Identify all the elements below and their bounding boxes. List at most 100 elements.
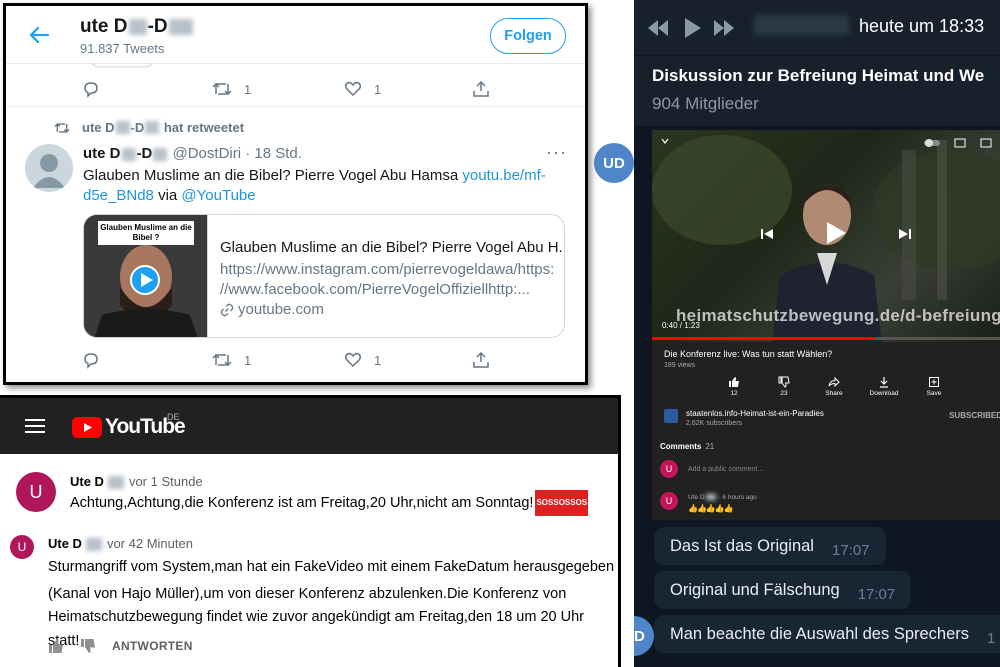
retweet-icon — [212, 353, 232, 367]
link-card[interactable]: Glauben Muslime an die Bibel ? Glauben M… — [83, 214, 565, 338]
play-icon[interactable] — [824, 220, 848, 246]
like-button[interactable]: 1 — [344, 80, 381, 98]
card-title: Glauben Muslime an die Bibel? Pierre Vog… — [220, 239, 565, 256]
back-arrow-icon[interactable] — [28, 24, 50, 46]
message-text: Original und Fälschung — [670, 580, 840, 599]
avatar[interactable]: U — [16, 472, 56, 512]
retweet-button[interactable]: 1 — [212, 80, 251, 98]
video-player[interactable]: heimatschutzbewegung.de/d-befreiung 0:40… — [652, 130, 1000, 342]
profile-header: ute D -D 91.837 Tweets Folgen — [6, 6, 585, 64]
mention-link[interactable]: @YouTube — [181, 187, 255, 204]
comment-emojis: 👍👍👍👍👍 — [688, 504, 734, 513]
share-button[interactable]: Share — [814, 376, 854, 397]
telegram-window: heute um 18:33 Diskussion zur Befreiung … — [634, 0, 1000, 667]
comment-meta: Ute D · 6 hours ago — [688, 494, 757, 501]
like-button[interactable]: 12 — [714, 376, 754, 397]
save-icon — [929, 377, 939, 387]
video-title: Die Konferenz live: Was tun statt Wählen… — [664, 349, 833, 359]
message-bubble[interactable]: Das Ist das Original 17:07 — [654, 527, 886, 565]
rewind-icon — [648, 20, 668, 36]
follow-button[interactable]: Folgen — [490, 18, 566, 54]
thumb-down-icon — [778, 376, 790, 388]
reply-button[interactable] — [82, 351, 100, 369]
reply-icon — [84, 82, 98, 98]
member-count: 904 Mitglieder — [652, 94, 759, 113]
video-views: 189 views — [664, 362, 696, 369]
next-track-button[interactable] — [710, 14, 738, 42]
comment-author[interactable]: Ute Dvor 1 Stunde — [70, 474, 203, 490]
heart-icon — [344, 81, 362, 97]
comment-author[interactable]: Ute Dvor 42 Minuten — [48, 536, 193, 552]
audio-player-bar: heute um 18:33 — [634, 0, 1000, 56]
card-domain: youtube.com — [220, 301, 324, 318]
video-overlay-url: heimatschutzbewegung.de/d-befreiung — [676, 306, 1000, 325]
skip-next-icon[interactable] — [898, 227, 912, 241]
share-icon — [473, 351, 489, 368]
region-code: DE — [167, 412, 180, 422]
comments-header[interactable]: Comments 21 — [660, 442, 714, 451]
retweet-icon — [54, 122, 70, 133]
subscribed-button[interactable]: SUBSCRIBED — [949, 411, 1000, 420]
video-time: 0:40 / 1:23 — [662, 321, 700, 330]
add-comment-input[interactable]: Add a public comment... — [688, 466, 763, 473]
comment-text-line-1: Sturmangriff vom System,man hat ein Fake… — [48, 559, 615, 575]
chat-header[interactable]: Diskussion zur Befreiung Heimat und We 9… — [634, 56, 1000, 126]
download-button[interactable]: Download — [864, 376, 904, 397]
tweet-actions-top: 1 1 — [82, 80, 502, 100]
message-time: 17:07 — [857, 585, 896, 603]
message-bubble[interactable]: Original und Fälschung 17:07 — [654, 571, 912, 609]
sos-badge: SOSSOSSOS — [535, 490, 589, 516]
card-thumbnail: Glauben Muslime an die Bibel ? — [84, 215, 208, 337]
fast-forward-icon — [714, 20, 734, 36]
card-description: https://www.instagram.com/pierrevogeldaw… — [220, 261, 555, 278]
avatar[interactable]: UD — [594, 143, 634, 183]
dislike-button[interactable]: 23 — [764, 376, 804, 397]
retweet-button[interactable]: 1 — [212, 351, 251, 369]
avatar: U — [660, 492, 678, 510]
channel-name: staatenlos.info-Heimat-ist-ein-Paradies — [686, 409, 824, 418]
divider — [6, 106, 585, 107]
video-progress-bar[interactable] — [652, 337, 1000, 340]
share-button[interactable] — [472, 351, 490, 369]
channel-row[interactable]: staatenlos.info-Heimat-ist-ein-Paradies … — [664, 409, 1000, 435]
message-bubble[interactable]: Man beachte die Auswahl des Sprechers 1 — [654, 615, 1000, 653]
avatar[interactable] — [25, 144, 73, 192]
link-icon — [220, 303, 234, 316]
avatar[interactable]: U — [10, 535, 34, 559]
skip-previous-icon[interactable] — [760, 227, 774, 241]
share-button[interactable] — [472, 80, 490, 98]
play-icon — [130, 265, 160, 295]
save-button[interactable]: Save — [914, 376, 954, 397]
comment-actions: ANTWORTEN — [48, 638, 193, 654]
more-options-icon[interactable]: ··· — [546, 142, 567, 163]
previous-card-edge — [92, 63, 152, 68]
thumb-up-icon — [729, 377, 739, 387]
card-description-2: //www.facebook.com/PierreVogelOffiziellh… — [220, 281, 530, 298]
channel-subscribers: 2.62K subscribers — [686, 420, 743, 427]
channel-avatar[interactable] — [664, 409, 678, 423]
hamburger-menu-icon[interactable] — [24, 417, 46, 435]
reply-button[interactable]: ANTWORTEN — [112, 639, 193, 653]
profile-name: ute D -D — [80, 16, 194, 38]
reply-button[interactable] — [82, 80, 100, 98]
play-button[interactable] — [678, 14, 706, 42]
tweet-count: 91.837 Tweets — [80, 41, 165, 56]
like-button[interactable]: 1 — [344, 351, 381, 369]
autoplay-toggle-icon[interactable] — [924, 138, 940, 148]
player-timestamp: heute um 18:33 — [859, 16, 985, 36]
tweet-author[interactable]: ute D -D @DostDiri · 18 Std. — [83, 145, 302, 162]
message-text: Das Ist das Original — [670, 536, 814, 555]
play-icon — [685, 18, 701, 38]
chevron-down-icon[interactable] — [660, 136, 670, 146]
download-icon — [880, 377, 888, 388]
reply-icon — [84, 353, 98, 369]
captions-icon[interactable] — [980, 138, 992, 148]
video-progress-fill — [652, 337, 875, 340]
cast-icon[interactable] — [954, 138, 966, 148]
thumb-down-icon[interactable] — [80, 638, 96, 654]
embedded-video-screenshot[interactable]: heimatschutzbewegung.de/d-befreiung 0:40… — [652, 130, 1000, 520]
message-time: 1 — [987, 629, 996, 647]
message-time: 17:07 — [831, 541, 870, 559]
previous-track-button[interactable] — [644, 14, 672, 42]
thumb-up-icon[interactable] — [48, 638, 64, 654]
